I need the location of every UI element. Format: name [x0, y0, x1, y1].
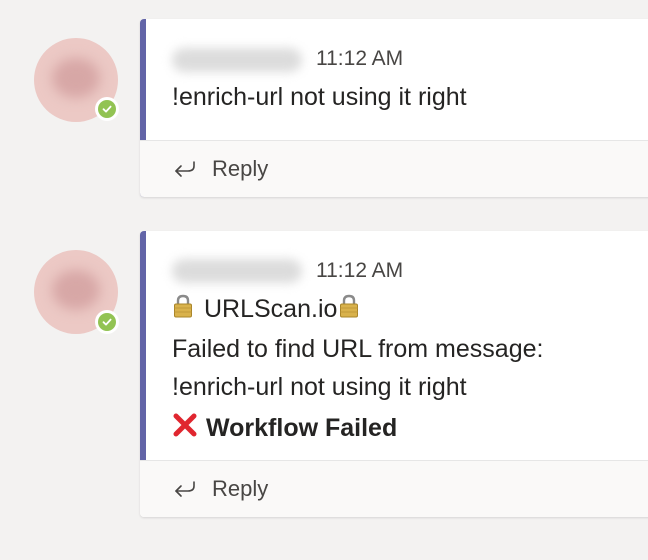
check-icon [102, 105, 112, 113]
chat-thread: 11:12 AM !enrich-url not using it right … [0, 0, 648, 560]
check-icon [102, 318, 112, 326]
message-timestamp: 11:12 AM [316, 259, 404, 282]
presence-status-available-icon [95, 310, 119, 334]
message-accent-bar [140, 231, 146, 460]
message-text: !enrich-url not using it right [172, 83, 467, 111]
message-card[interactable]: 11:12 AM !enrich-url not using it right … [140, 19, 648, 197]
message-text: Failed to find URL from message: [172, 335, 544, 363]
message-card[interactable]: 11:12 AM URLScan.io Failed to find URL f… [140, 231, 648, 517]
message-title-line: URLScan.io [172, 293, 360, 324]
reply-arrow-icon [175, 161, 195, 177]
reply-button[interactable]: Reply [172, 141, 268, 197]
reply-bar: Reply [140, 460, 648, 517]
message-text: !enrich-url not using it right [172, 373, 467, 401]
sender-name-redacted [172, 48, 302, 72]
reply-bar: Reply [140, 140, 648, 197]
reply-label: Reply [212, 476, 269, 501]
lock-icon [174, 294, 192, 318]
lock-icon [340, 294, 359, 318]
presence-status-available-icon [95, 97, 119, 121]
workflow-status-label: Workflow Failed [206, 414, 398, 442]
workflow-status: Workflow Failed [172, 412, 397, 443]
reply-button[interactable]: Reply [172, 461, 268, 517]
message-title: URLScan.io [204, 295, 338, 323]
reply-label: Reply [212, 156, 269, 181]
message-timestamp: 11:12 AM [316, 47, 404, 70]
sender-name-redacted [172, 259, 302, 283]
reply-arrow-icon [175, 481, 195, 497]
cross-mark-icon [173, 413, 197, 437]
